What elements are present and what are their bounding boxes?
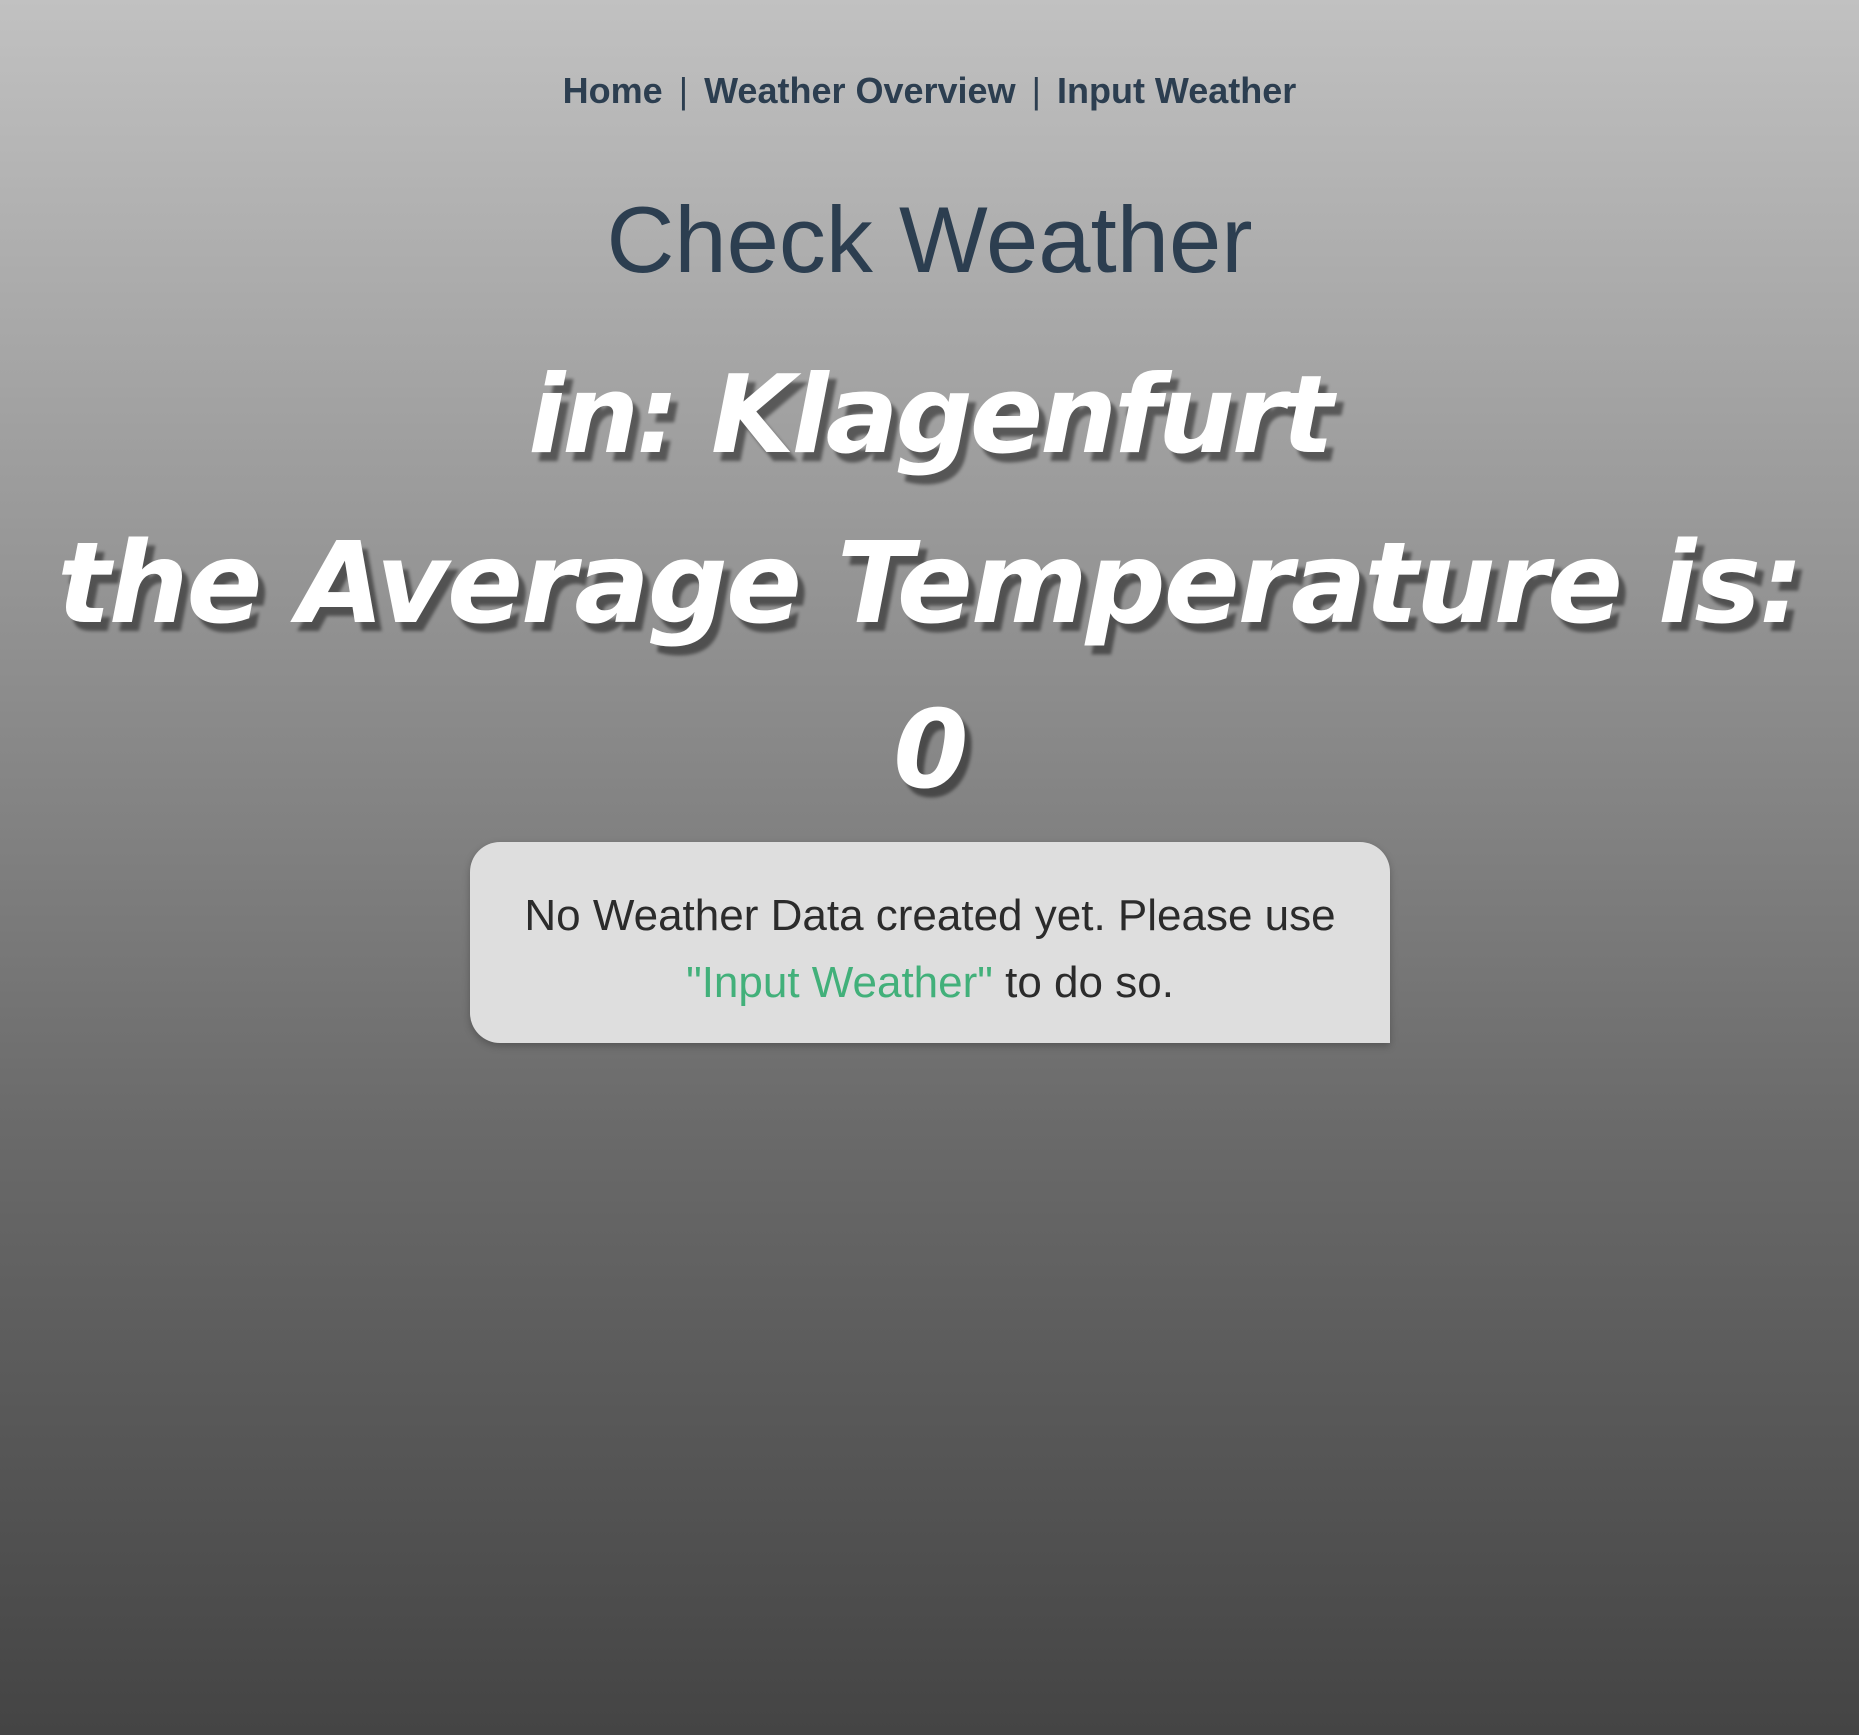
location-heading: in: Klagenfurt — [528, 353, 1334, 478]
page-title: Check Weather — [606, 187, 1253, 292]
notice-text: No Weather Data created yet. Please use — [524, 891, 1336, 940]
main-navigation: Home | Weather Overview | Input Weather — [0, 70, 1859, 112]
notice-text-end: to do so. — [992, 958, 1174, 1007]
nav-separator: | — [1031, 70, 1041, 111]
nav-link-home[interactable]: Home — [563, 70, 663, 111]
notice-input-weather-link[interactable]: "Input Weather" — [686, 958, 993, 1007]
nav-link-weather-overview[interactable]: Weather Overview — [704, 70, 1015, 111]
nav-separator: | — [678, 70, 689, 111]
no-data-notice: No Weather Data created yet. Please use … — [470, 842, 1390, 1043]
average-temperature-label: the Average Temperature is: — [57, 519, 1804, 649]
average-temperature-value: 0 — [893, 688, 968, 813]
nav-link-input-weather[interactable]: Input Weather — [1057, 70, 1296, 111]
